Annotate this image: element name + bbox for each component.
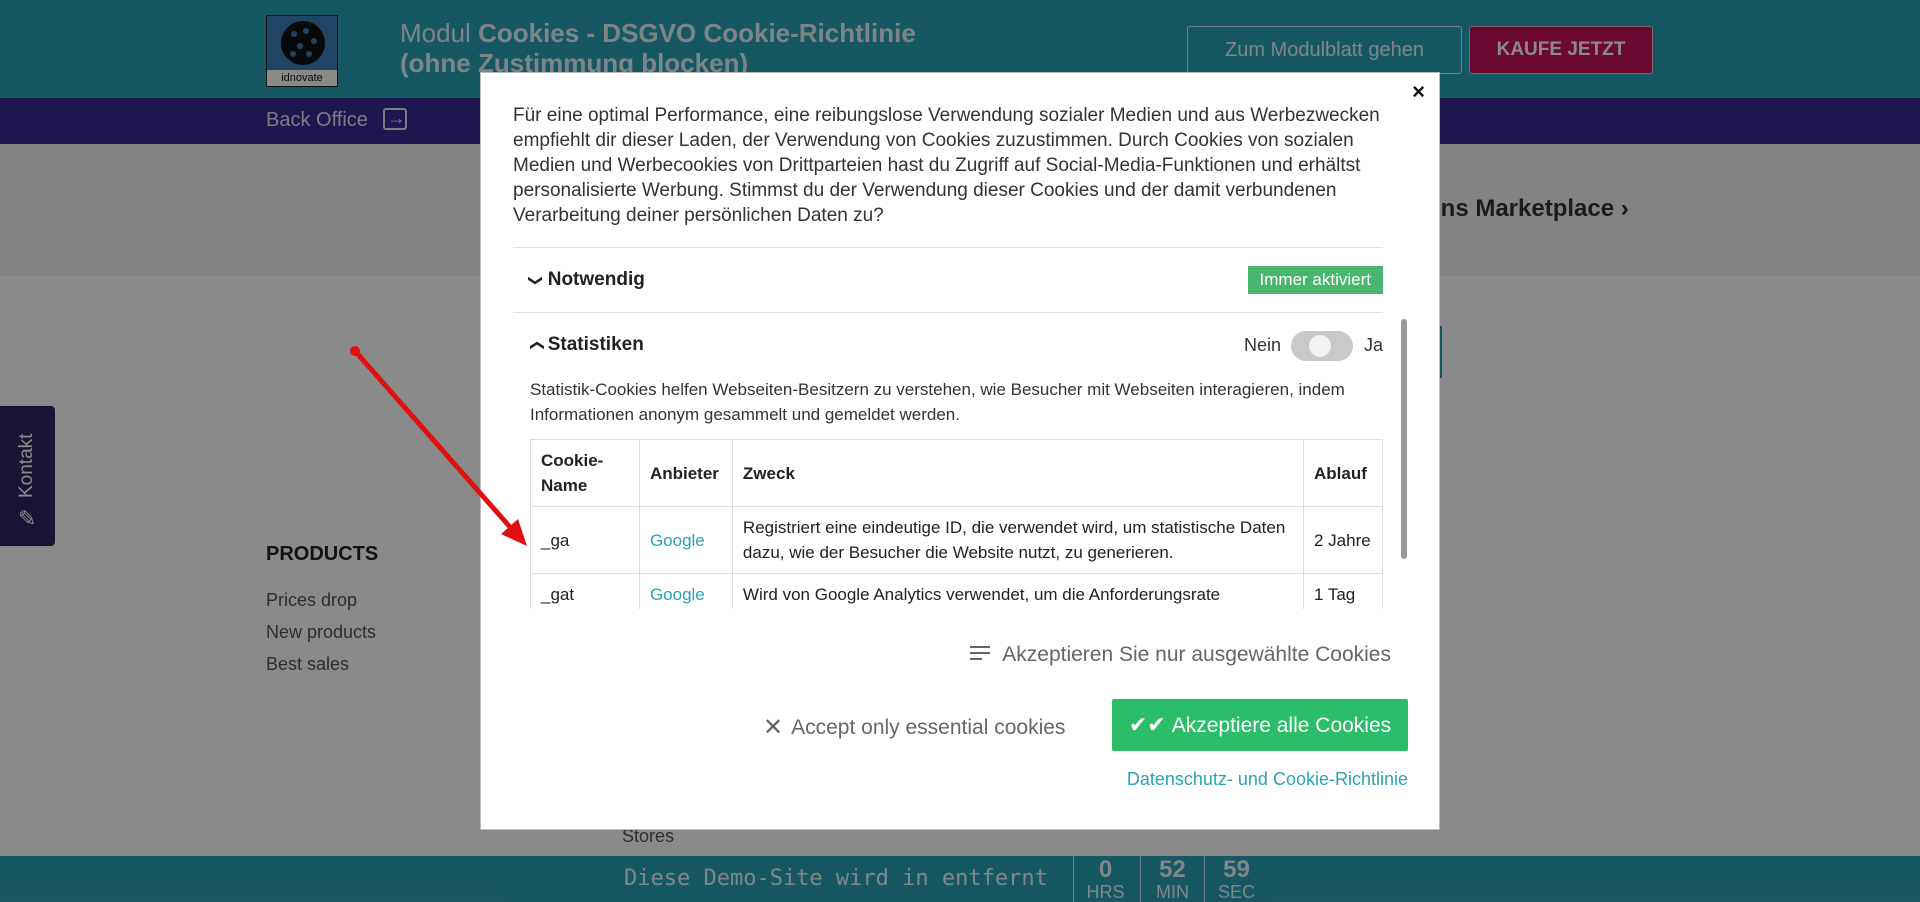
accept-all-button[interactable]: ✔✔ Akzeptiere alle Cookies <box>1112 699 1408 751</box>
cookie-categories-panel[interactable]: ❯ Notwendig Immer aktiviert ❯ Statistiken … <box>513 247 1383 609</box>
privacy-policy-link[interactable]: Datenschutz- und Cookie-Richtlinie <box>1127 769 1408 790</box>
list-check-icon <box>970 645 994 663</box>
provider-link[interactable]: Google <box>650 531 705 550</box>
purpose-cell: Wird von Google Analytics verwendet, um … <box>731 573 1304 609</box>
chevron-up-icon: ❯ <box>527 339 544 352</box>
category-statistiken-header[interactable]: ❯ Statistiken Nein Ja <box>513 313 1383 377</box>
purpose-cell: Registriert eine eindeutige ID, die verw… <box>731 506 1304 574</box>
col-ablauf: Ablauf <box>1302 439 1383 507</box>
col-zweck: Zweck <box>731 439 1304 507</box>
category-notwendig-header[interactable]: ❯ Notwendig Immer aktiviert <box>513 248 1383 312</box>
provider-cell: Google <box>638 506 733 574</box>
scrollbar-thumb[interactable] <box>1401 319 1407 559</box>
always-active-badge: Immer aktiviert <box>1247 266 1383 294</box>
category-notwendig-toggle[interactable]: ❯ Notwendig <box>528 269 645 291</box>
provider-cell: Google <box>638 573 733 609</box>
col-cookie-name: Cookie-Name <box>530 439 640 507</box>
statistiken-consent-toggle: Nein Ja <box>1233 331 1383 361</box>
expiry-cell: 2 Jahre <box>1302 506 1383 574</box>
cookie-name-cell: _ga <box>530 506 640 574</box>
provider-link[interactable]: Google <box>650 585 705 604</box>
toggle-on-label: Ja <box>1363 335 1383 355</box>
statistiken-switch[interactable] <box>1291 331 1353 361</box>
double-check-icon: ✔✔ <box>1128 712 1166 737</box>
cookie-table: Cookie-Name Anbieter Zweck Ablauf _ga Go… <box>530 439 1383 609</box>
toggle-off-label: Nein <box>1243 335 1281 355</box>
cookie-consent-dialog: × Für eine optimal Performance, eine rei… <box>480 72 1440 830</box>
accept-all-label: Akzeptiere alle Cookies <box>1171 714 1392 737</box>
expiry-cell: 1 Tag <box>1302 573 1383 609</box>
table-header-row: Cookie-Name Anbieter Zweck Ablauf <box>530 439 1383 507</box>
table-row: _gat Google Wird von Google Analytics ve… <box>530 573 1383 609</box>
chevron-down-icon: ❯ <box>528 274 545 287</box>
category-statistiken-title: Statistiken <box>547 334 644 355</box>
close-x-icon: ✕ <box>763 714 784 741</box>
switch-knob <box>1309 335 1331 357</box>
close-icon[interactable]: × <box>1412 79 1425 105</box>
accept-essential-label: Accept only essential cookies <box>791 716 1066 739</box>
category-statistiken-toggle[interactable]: ❯ Statistiken <box>527 334 644 356</box>
col-anbieter: Anbieter <box>638 439 733 507</box>
cookie-name-cell: _gat <box>530 573 640 609</box>
accept-selected-button[interactable]: Akzeptieren Sie nur ausgewählte Cookies <box>970 643 1391 667</box>
table-row: _ga Google Registriert eine eindeutige I… <box>530 506 1383 574</box>
consent-intro-text: Für eine optimal Performance, eine reibu… <box>513 105 1380 226</box>
panel-scrollbar[interactable] <box>1401 247 1407 609</box>
category-notwendig: ❯ Notwendig Immer aktiviert <box>513 248 1383 313</box>
category-notwendig-title: Notwendig <box>547 269 645 290</box>
accept-selected-label: Akzeptieren Sie nur ausgewählte Cookies <box>1002 643 1391 666</box>
accept-essential-button[interactable]: ✕ Accept only essential cookies <box>763 713 1065 742</box>
category-statistiken: ❯ Statistiken Nein Ja Statistik-Cookies h… <box>513 313 1383 609</box>
statistiken-description: Statistik-Cookies helfen Webseiten-Besit… <box>530 380 1345 424</box>
